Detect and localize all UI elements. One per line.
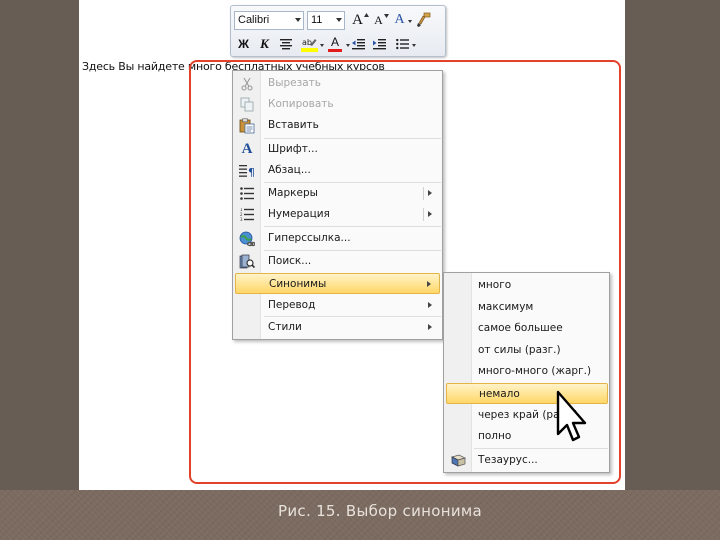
shrink-font-button[interactable]: A xyxy=(369,11,389,30)
font-size-value: 11 xyxy=(311,14,323,26)
chevron-down-icon xyxy=(412,43,416,47)
increase-indent-button[interactable] xyxy=(370,35,389,54)
format-painter-button[interactable] xyxy=(414,11,433,30)
highlighter-icon: ab xyxy=(300,38,318,52)
bullets-icon xyxy=(395,38,409,49)
decrease-indent-button[interactable] xyxy=(349,35,368,54)
align-center-icon xyxy=(279,38,292,49)
mini-toolbar: Calibri 11 A A A Ж К ab A xyxy=(230,5,446,57)
grow-font-button[interactable]: A xyxy=(348,11,369,30)
font-name-combo[interactable]: Calibri xyxy=(234,10,304,30)
chevron-down-icon xyxy=(408,19,412,23)
decrease-indent-icon xyxy=(352,38,365,49)
mini-toolbar-row-2: Ж К ab A xyxy=(234,33,416,55)
increase-indent-icon xyxy=(373,38,386,49)
center-align-button[interactable] xyxy=(276,35,295,54)
highlight-button[interactable]: ab xyxy=(297,35,324,54)
font-color-icon: A xyxy=(330,35,339,49)
font-color-button[interactable]: A xyxy=(323,35,350,54)
font-size-combo[interactable]: 11 xyxy=(307,10,345,30)
svg-text:ab: ab xyxy=(302,38,312,47)
down-arrow-icon xyxy=(384,13,389,18)
bold-button[interactable]: Ж xyxy=(234,35,253,54)
italic-button[interactable]: К xyxy=(255,35,274,54)
figure-caption: Рис. 15. Выбор синонима xyxy=(278,502,482,520)
shrink-font-icon: A xyxy=(374,12,383,27)
chevron-down-icon xyxy=(336,17,342,22)
styles-button[interactable]: A xyxy=(390,11,412,30)
chevron-down-icon xyxy=(295,17,301,22)
brush-icon xyxy=(416,12,430,27)
bullets-button[interactable] xyxy=(391,35,416,54)
mini-toolbar-row-1: Calibri 11 A A A xyxy=(234,9,435,31)
highlight-frame xyxy=(189,60,621,484)
font-name-value: Calibri xyxy=(238,14,270,26)
font-color-swatch xyxy=(328,49,342,52)
grow-font-icon: A xyxy=(352,11,363,28)
styles-icon: A xyxy=(394,12,405,27)
